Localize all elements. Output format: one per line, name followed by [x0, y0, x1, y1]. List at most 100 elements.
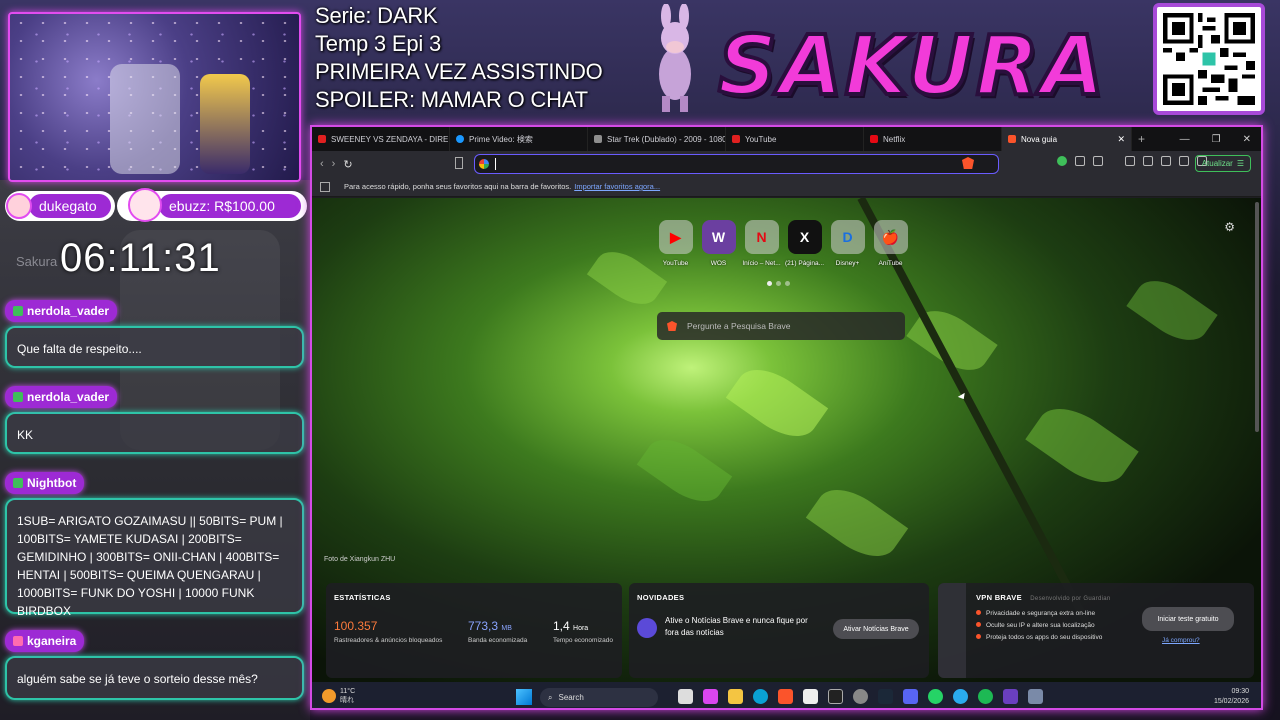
wallet-icon[interactable]	[1093, 156, 1103, 166]
whatsapp-icon[interactable]	[928, 689, 943, 704]
maximize-button[interactable]: ❐	[1212, 134, 1221, 145]
sidebar-icon[interactable]	[1143, 156, 1153, 166]
episode-label: Temp 3 Epi 3	[315, 31, 442, 56]
leo-icon[interactable]	[1179, 156, 1189, 166]
reload-icon[interactable]: ↻	[343, 158, 352, 171]
new-tab-button[interactable]: +	[1132, 127, 1151, 151]
tab-strip: SWEENEY VS ZENDAYA - DIREITA Prime Video…	[312, 127, 1261, 151]
close-tab-icon[interactable]: ✕	[1117, 134, 1125, 145]
tab-sweeney[interactable]: SWEENEY VS ZENDAYA - DIREITA	[312, 127, 450, 151]
clock[interactable]: 09:30 15/02/2026	[1214, 687, 1249, 707]
chat-message: Nightbot 1SUB= ARIGATO GOZAIMASU || 50BI…	[5, 472, 304, 618]
copilot-icon[interactable]	[703, 689, 718, 704]
settings-gear-icon[interactable]: ⚙	[1224, 220, 1235, 234]
puzzle-icon[interactable]	[1075, 156, 1085, 166]
brave-search-box[interactable]: Pergunte a Pesquisa Brave	[657, 312, 905, 340]
widget-switcher[interactable]	[938, 583, 966, 678]
edge-icon[interactable]	[753, 689, 768, 704]
import-bookmarks-link[interactable]: Importar favoritos agora...	[574, 182, 660, 191]
top-site-anitube[interactable]: 🍎 AniTube	[872, 220, 909, 267]
youtube-icon	[318, 135, 326, 143]
donation-avatar	[128, 188, 162, 222]
browser-window: SWEENEY VS ZENDAYA - DIREITA Prime Video…	[310, 125, 1263, 710]
scrollbar[interactable]	[1255, 202, 1259, 432]
chat-username: kganeira	[5, 630, 85, 652]
telegram-icon[interactable]	[953, 689, 968, 704]
extensions	[1057, 156, 1207, 166]
obs-icon[interactable]	[853, 689, 868, 704]
pagination-dots[interactable]	[767, 281, 790, 286]
app-icon[interactable]	[828, 689, 843, 704]
update-button[interactable]: Atualizar ☰	[1194, 155, 1251, 172]
discord-icon[interactable]	[903, 689, 918, 704]
already-purchased-link[interactable]: Já comprou?	[1162, 637, 1200, 644]
apps-icon[interactable]	[320, 182, 330, 192]
donation-text: ebuzz: R$100.00	[159, 194, 301, 218]
task-view-icon[interactable]	[678, 689, 693, 704]
settings-icon[interactable]	[1028, 689, 1043, 704]
tab-prime-video[interactable]: Prime Video: 検索	[450, 127, 588, 151]
chat-text: alguém sabe se já teve o sorteio desse m…	[5, 656, 304, 700]
timer-value: 06:11:31	[60, 236, 221, 280]
weather-widget[interactable]: 11°C 晴れ	[322, 687, 355, 705]
start-icon[interactable]	[516, 689, 532, 705]
x-icon: X	[787, 220, 822, 254]
tab-new-tab[interactable]: Nova guia ✕	[1002, 127, 1132, 151]
top-site-disney[interactable]: D Disney+	[829, 220, 866, 267]
apple-icon: 🍎	[873, 220, 908, 254]
spotify-icon[interactable]	[978, 689, 993, 704]
taskbar-search[interactable]: ⌕ Search	[540, 688, 658, 707]
brave-icon	[1008, 135, 1016, 143]
badge-icon	[13, 392, 23, 402]
tab-star-trek[interactable]: Star Trek (Dublado) - 2009 - 1080p	[588, 127, 726, 151]
chat-username: nerdola_vader	[5, 300, 118, 322]
page-icon	[594, 135, 602, 143]
badge-icon	[13, 478, 23, 488]
top-site-wos[interactable]: W WOS	[700, 220, 737, 267]
widgets: ESTATÍSTICAS 100.357 Rastreadores & anúnc…	[326, 583, 1254, 678]
disney-icon: D	[830, 220, 865, 254]
donkey-mascot-icon	[659, 4, 691, 112]
tab-netflix[interactable]: Netflix	[864, 127, 1002, 151]
youtube-icon	[732, 135, 740, 143]
series-label: Serie: DARK	[315, 3, 438, 28]
minimize-button[interactable]: —	[1180, 134, 1190, 145]
top-site-netflix[interactable]: N Início – Net...	[742, 220, 781, 267]
folder-icon[interactable]	[728, 689, 743, 704]
bookmark-icon[interactable]	[455, 157, 463, 169]
reader-icon[interactable]	[1161, 156, 1171, 166]
stream-timer: Sakura 06:11:31	[10, 236, 305, 280]
news-widget: NOVIDADES Ative o Notícias Brave e nunca…	[629, 583, 929, 678]
webcam-feed	[8, 12, 301, 182]
address-bar[interactable]	[474, 154, 999, 174]
steam-icon[interactable]	[878, 689, 893, 704]
sakura-logo: SAKURA	[716, 19, 1107, 114]
search-placeholder: Pergunte a Pesquisa Brave	[687, 321, 791, 331]
close-button[interactable]: ✕	[1243, 134, 1251, 145]
brave-icon	[667, 321, 677, 331]
brave-icon[interactable]	[778, 689, 793, 704]
weather-icon	[322, 689, 336, 703]
chat-message: nerdola_vader Que falta de respeito....	[5, 300, 304, 368]
forward-icon[interactable]: ›	[332, 158, 336, 170]
wos-icon: W	[701, 220, 736, 254]
extension-icon[interactable]	[1057, 156, 1067, 166]
back-icon[interactable]: ‹	[320, 158, 324, 170]
chat-text: KK	[5, 412, 304, 454]
chat-message: kganeira alguém sabe se já teve o sortei…	[5, 630, 304, 700]
enable-news-button[interactable]: Ativar Notícias Brave	[833, 619, 919, 639]
music-icon[interactable]	[1125, 156, 1135, 166]
photo-credit: Foto de Xiangkun ZHU	[324, 556, 396, 563]
start-trial-button[interactable]: Iniciar teste gratuito	[1142, 607, 1234, 631]
follower-avatar	[6, 193, 32, 219]
store-icon[interactable]	[803, 689, 818, 704]
top-site-youtube[interactable]: ▶ YouTube	[657, 220, 694, 267]
tab-youtube[interactable]: YouTube	[726, 127, 864, 151]
stats-widget: ESTATÍSTICAS 100.357 Rastreadores & anúnc…	[326, 583, 622, 678]
heart-icon	[13, 636, 23, 646]
taskbar: 11°C 晴れ ⌕ Search 09:30 15/02/2026	[312, 682, 1261, 708]
app-icon[interactable]	[1003, 689, 1018, 704]
qr-code	[1153, 3, 1265, 115]
top-site-x[interactable]: X (21) Página...	[785, 220, 824, 267]
stream-info: Serie: DARK Temp 3 Epi 3 PRIMEIRA VEZ AS…	[315, 2, 635, 114]
